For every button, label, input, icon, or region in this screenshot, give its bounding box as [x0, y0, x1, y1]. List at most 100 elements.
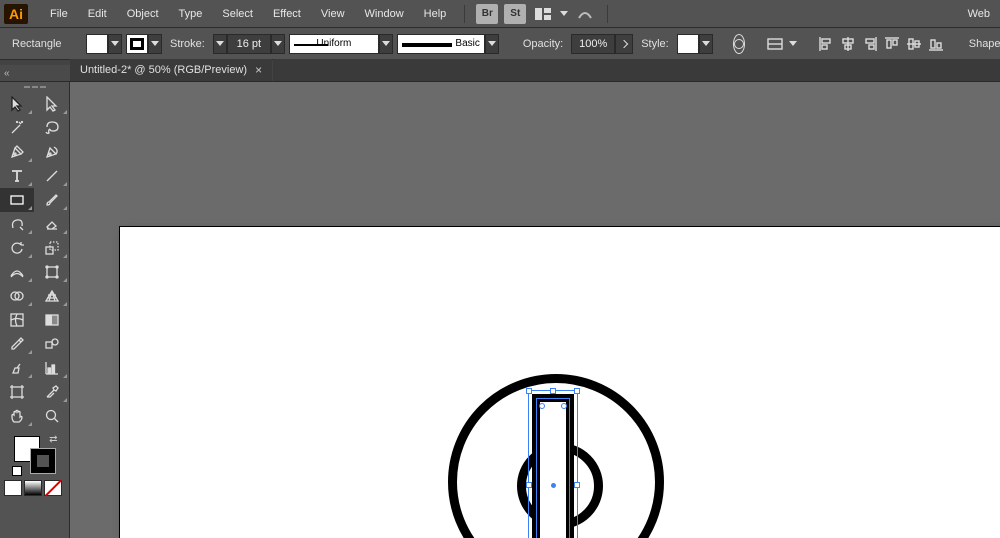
stroke-dropdown[interactable] [148, 34, 162, 54]
style-swatch-icon [677, 34, 699, 54]
stroke-swatch[interactable] [30, 448, 56, 474]
menu-object[interactable]: Object [117, 0, 169, 28]
type-tool[interactable] [0, 164, 34, 188]
gpu-preview-icon[interactable] [574, 4, 596, 24]
style-dropdown[interactable] [699, 34, 713, 54]
menu-effect[interactable]: Effect [263, 0, 311, 28]
default-fill-stroke-icon[interactable] [12, 466, 22, 476]
align-bottom-icon[interactable] [928, 34, 944, 54]
stock-icon[interactable]: St [504, 4, 526, 24]
selection-tool[interactable] [0, 92, 34, 116]
shape-builder-tool[interactable] [0, 284, 34, 308]
menu-type[interactable]: Type [169, 0, 213, 28]
align-vcenter-icon[interactable] [906, 34, 922, 54]
divider [607, 5, 608, 23]
stroke-weight-value[interactable]: 16 pt [227, 34, 271, 54]
fill-stroke-control[interactable]: ⇄ [12, 434, 58, 476]
fill-color-control[interactable] [86, 34, 122, 54]
lasso-tool[interactable] [35, 116, 69, 140]
eraser-tool[interactable] [35, 212, 69, 236]
style-label: Style: [637, 38, 673, 50]
canvas-area[interactable] [70, 82, 1000, 538]
recolor-artwork-icon[interactable] [733, 34, 745, 54]
symbol-sprayer-tool[interactable] [0, 356, 34, 380]
curvature-tool[interactable] [35, 140, 69, 164]
blend-tool[interactable] [35, 332, 69, 356]
menu-file[interactable]: File [40, 0, 78, 28]
graphic-style-control[interactable] [677, 34, 713, 54]
width-tool[interactable] [0, 260, 34, 284]
free-transform-tool[interactable] [35, 260, 69, 284]
color-mode-gradient[interactable] [24, 480, 42, 496]
slice-tool[interactable] [35, 380, 69, 404]
eyedropper-tool[interactable] [0, 332, 34, 356]
column-graph-tool[interactable] [35, 356, 69, 380]
rectangle-tool[interactable] [0, 188, 34, 212]
pen-tool[interactable] [0, 140, 34, 164]
perspective-grid-tool[interactable] [35, 284, 69, 308]
document-tab[interactable]: Untitled-2* @ 50% (RGB/Preview) × [70, 59, 272, 81]
artwork-rectangle-selected[interactable] [532, 394, 574, 538]
stroke-weight-dropdown[interactable] [271, 34, 285, 54]
bridge-icon[interactable]: Br [476, 4, 498, 24]
menu-select[interactable]: Select [212, 0, 263, 28]
line-segment-tool[interactable] [35, 164, 69, 188]
align-left-icon[interactable] [818, 34, 834, 54]
menu-edit[interactable]: Edit [78, 0, 117, 28]
close-tab-icon[interactable]: × [255, 63, 262, 77]
align-to-dropdown[interactable] [789, 34, 797, 54]
shaper-tool[interactable] [0, 212, 34, 236]
panel-collapse-handle[interactable] [0, 65, 70, 81]
app-logo-icon: Ai [4, 4, 28, 24]
brush-dropdown[interactable] [485, 34, 499, 54]
artboard-tool[interactable] [0, 380, 34, 404]
stroke-profile-dropdown[interactable] [379, 34, 393, 54]
opacity-dropdown[interactable] [615, 34, 633, 54]
variable-width-profile-control[interactable]: Uniform [289, 34, 393, 54]
panel-grip-icon[interactable] [0, 86, 69, 90]
hand-tool[interactable] [0, 404, 34, 428]
brush-definition-control[interactable]: Basic [397, 34, 499, 54]
align-hcenter-icon[interactable] [840, 34, 856, 54]
stroke-swatch-icon [126, 34, 148, 54]
align-top-icon[interactable] [884, 34, 900, 54]
fill-swatch-icon [86, 34, 108, 54]
align-right-icon[interactable] [862, 34, 878, 54]
menu-help[interactable]: Help [414, 0, 457, 28]
tab-strip [273, 59, 1000, 81]
tools-panel: ⇄ [0, 82, 70, 538]
swap-fill-stroke-icon[interactable]: ⇄ [49, 434, 57, 445]
menu-bar: Ai File Edit Object Type Select Effect V… [0, 0, 1000, 28]
options-bar: Rectangle Stroke: 16 pt Uniform Basic Op… [0, 28, 1000, 60]
document-tab-title: Untitled-2* @ 50% (RGB/Preview) [80, 64, 247, 76]
paintbrush-tool[interactable] [35, 188, 69, 212]
fill-dropdown[interactable] [108, 34, 122, 54]
gradient-tool[interactable] [35, 308, 69, 332]
selected-tool-label: Rectangle [6, 38, 66, 50]
document-tab-row: Untitled-2* @ 50% (RGB/Preview) × [0, 60, 1000, 82]
align-to-selection-icon[interactable] [766, 34, 784, 54]
workspace-switcher[interactable]: Web [958, 0, 996, 28]
magic-wand-tool[interactable] [0, 116, 34, 140]
zoom-tool[interactable] [35, 404, 69, 428]
rotate-tool[interactable] [0, 236, 34, 260]
mesh-tool[interactable] [0, 308, 34, 332]
main-area: ⇄ [0, 82, 1000, 538]
opacity-label: Opacity: [519, 38, 567, 50]
stroke-weight-control[interactable]: 16 pt [213, 34, 285, 54]
arrange-documents-dropdown[interactable] [557, 4, 571, 24]
direct-selection-tool[interactable] [35, 92, 69, 116]
color-mode-none[interactable] [44, 480, 62, 496]
arrange-documents-icon[interactable] [532, 4, 554, 24]
scale-tool[interactable] [35, 236, 69, 260]
opacity-control[interactable]: 100% [571, 34, 633, 54]
divider [464, 5, 465, 23]
menu-view[interactable]: View [311, 0, 355, 28]
menu-window[interactable]: Window [355, 0, 414, 28]
opacity-value[interactable]: 100% [571, 34, 615, 54]
stroke-profile-preview: Uniform [289, 34, 379, 54]
stroke-color-control[interactable] [126, 34, 162, 54]
shape-label: Shape: [965, 38, 1000, 50]
color-mode-solid[interactable] [4, 480, 22, 496]
stroke-weight-stepper[interactable] [213, 34, 227, 54]
